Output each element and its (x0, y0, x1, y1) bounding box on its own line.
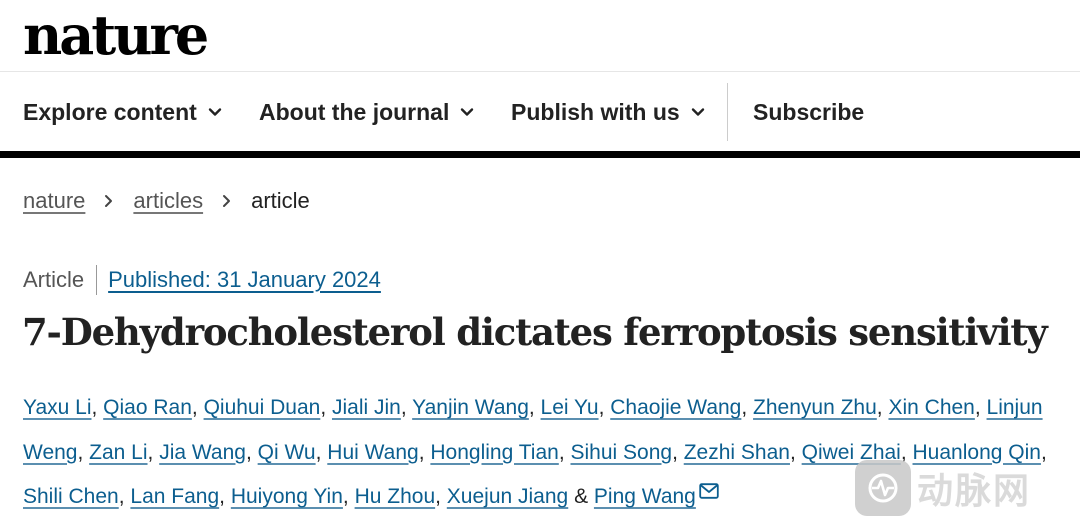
dongmai-logo-icon (855, 460, 911, 516)
author-link[interactable]: Shili Chen (23, 485, 119, 508)
author-separator: , (741, 396, 754, 419)
author-link[interactable]: Qiuhui Duan (204, 396, 321, 419)
nav-explore-content[interactable]: Explore content (23, 97, 223, 127)
author-link[interactable]: Ping Wang (594, 485, 696, 508)
author-separator: , (528, 396, 541, 419)
author-separator: , (191, 396, 204, 419)
nav-publish-with-us-label: Publish with us (511, 99, 680, 125)
author-separator: , (876, 396, 889, 419)
published-date-link[interactable]: Published: 31 January 2024 (108, 264, 381, 296)
author-separator: , (245, 440, 258, 464)
author-separator: , (974, 396, 987, 419)
author-link[interactable]: Qiao Ran (103, 396, 192, 419)
author-separator: , (418, 440, 431, 464)
author-link[interactable]: Zhenyun Zhu (753, 396, 877, 419)
author-link[interactable]: Zan Li (89, 441, 147, 464)
author-link[interactable]: Lei Yu (541, 396, 599, 419)
chevron-down-icon (208, 108, 222, 116)
author-link[interactable]: Hu Zhou (355, 485, 436, 508)
author-separator: , (598, 396, 611, 419)
author-separator: , (435, 485, 447, 508)
author-separator: , (400, 396, 413, 419)
chevron-down-icon (461, 108, 474, 116)
author-separator: , (342, 485, 355, 508)
nav-publish-with-us[interactable]: Publish with us (511, 97, 706, 127)
header-rule (0, 151, 1080, 158)
author-separator: , (91, 396, 104, 419)
meta-divider (96, 265, 98, 295)
watermark-text: 动脉网 (917, 470, 1032, 511)
author-link[interactable]: Xuejun Jiang (447, 485, 568, 508)
author-separator: , (219, 485, 231, 508)
site-header: nature (0, 0, 1080, 72)
author-link[interactable]: Chaojie Wang (610, 396, 741, 419)
nav-about-journal-label: About the journal (259, 99, 450, 125)
author-separator: , (320, 396, 332, 419)
author-link[interactable]: Yanjin Wang (412, 396, 529, 419)
breadcrumb-nature[interactable]: nature (23, 186, 85, 216)
nav-about-journal[interactable]: About the journal (259, 97, 475, 127)
chevron-right-icon (223, 195, 231, 207)
author-link[interactable]: Zezhi Shan (684, 441, 790, 464)
breadcrumb-articles[interactable]: articles (133, 186, 203, 216)
author-link[interactable]: Huiyong Yin (231, 485, 343, 508)
author-separator: , (77, 440, 90, 464)
breadcrumb-current: article (251, 188, 310, 213)
author-link[interactable]: Qi Wu (258, 441, 316, 464)
author-separator: , (789, 440, 802, 464)
author-link[interactable]: Yaxu Li (23, 396, 92, 419)
article-title: 7-Dehydrocholesterol dictates ferroptosi… (22, 310, 1048, 354)
author-separator: , (118, 485, 131, 508)
chevron-down-icon (691, 108, 704, 116)
subscribe-link[interactable]: Subscribe (753, 97, 864, 127)
author-separator: , (1040, 440, 1047, 464)
author-link[interactable]: Jia Wang (159, 441, 246, 464)
article-meta: Article Published: 31 January 2024 (23, 264, 381, 296)
author-separator: , (147, 440, 160, 464)
author-link[interactable]: Jiali Jin (332, 396, 401, 419)
author-link[interactable]: Sihui Song (570, 441, 672, 464)
main-nav: Explore content About the journal Publis… (0, 73, 1080, 151)
author-separator: , (558, 440, 571, 464)
author-separator: , (672, 440, 684, 464)
nav-divider (727, 83, 728, 141)
author-separator: , (315, 440, 328, 464)
article-type: Article (23, 267, 85, 292)
chevron-right-icon (105, 195, 113, 207)
author-link[interactable]: Xin Chen (888, 396, 974, 419)
nav-explore-content-label: Explore content (23, 99, 197, 125)
author-link[interactable]: Lan Fang (130, 485, 219, 508)
author-link[interactable]: Hongling Tian (430, 441, 558, 464)
author-link[interactable]: Hui Wang (327, 441, 418, 464)
breadcrumb: nature articles article (23, 186, 310, 216)
mail-icon[interactable] (699, 483, 719, 499)
author-ampersand: & (568, 485, 594, 508)
watermark: 动脉网 (855, 460, 1031, 516)
nature-logo[interactable]: nature (23, 2, 209, 68)
